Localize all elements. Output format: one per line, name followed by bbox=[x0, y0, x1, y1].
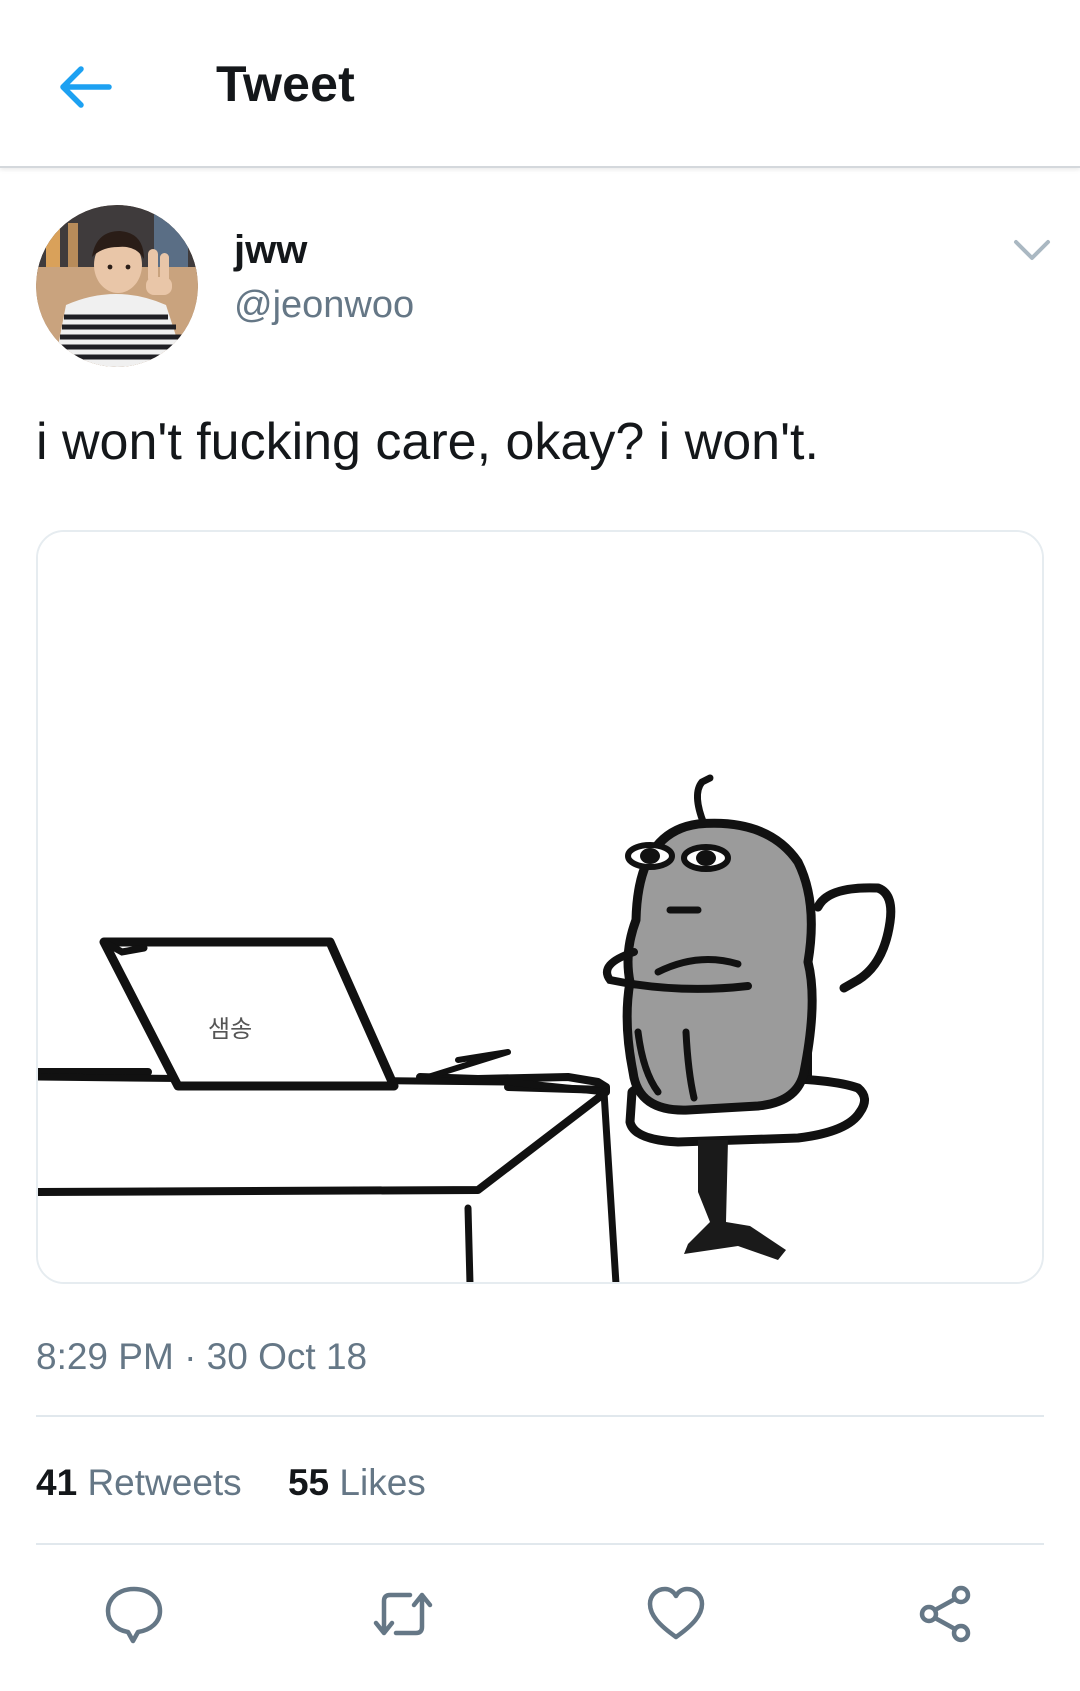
page-title: Tweet bbox=[216, 56, 355, 112]
speech-bubble-icon bbox=[105, 1586, 163, 1644]
sticker-illustration: 샘송 bbox=[38, 532, 1042, 1282]
likes-count: 55 bbox=[287, 1462, 330, 1503]
tweet-timestamp: 8:29 PM · 30 Oct 18 bbox=[36, 1336, 368, 1377]
reply-button[interactable] bbox=[101, 1581, 167, 1647]
retweet-arrows-icon bbox=[373, 1592, 433, 1636]
tweet-stats: 41 Retweets 55 Likes bbox=[36, 1462, 462, 1504]
back-button[interactable] bbox=[52, 54, 118, 120]
likes-stat[interactable]: 55 Likes bbox=[288, 1462, 426, 1504]
share-nodes-icon bbox=[919, 1585, 971, 1643]
chevron-down-icon bbox=[1014, 240, 1050, 260]
retweets-count: 41 bbox=[36, 1462, 78, 1503]
tweet-text: i won't fucking care, okay? i won't. bbox=[36, 413, 819, 471]
heart-icon bbox=[647, 1586, 705, 1640]
likes-label: Likes bbox=[339, 1462, 426, 1503]
avatar[interactable] bbox=[36, 205, 198, 367]
divider bbox=[36, 1543, 1044, 1545]
top-bar: Tweet bbox=[0, 0, 1080, 168]
like-button[interactable] bbox=[643, 1581, 709, 1647]
retweet-button[interactable] bbox=[370, 1581, 436, 1647]
tweet-menu-button[interactable] bbox=[1010, 232, 1054, 268]
author-display-name[interactable]: jww bbox=[234, 228, 307, 273]
arrow-left-icon bbox=[60, 66, 112, 108]
tweet-media-image[interactable]: 샘송 bbox=[36, 530, 1044, 1284]
share-button[interactable] bbox=[913, 1581, 979, 1647]
profile-photo bbox=[36, 205, 198, 367]
divider bbox=[36, 1415, 1044, 1417]
laptop-label: 샘송 bbox=[208, 1015, 252, 1043]
author-handle[interactable]: @jeonwoo bbox=[234, 284, 414, 327]
retweets-stat[interactable]: 41 Retweets bbox=[36, 1462, 242, 1504]
retweets-label: Retweets bbox=[87, 1462, 242, 1503]
